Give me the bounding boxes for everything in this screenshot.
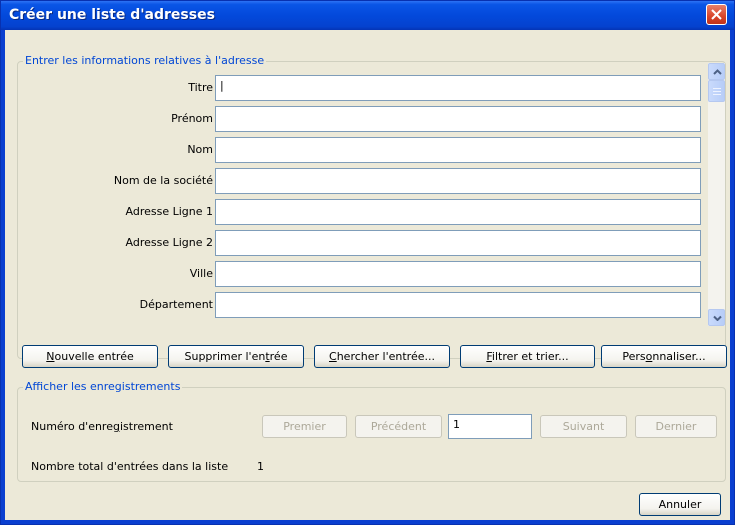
first-record-button[interactable]: Premier: [262, 415, 347, 438]
record-number-label: Numéro d'enregistrement: [31, 420, 173, 433]
lastname-label: Nom: [187, 143, 213, 156]
address1-input[interactable]: [215, 199, 701, 225]
find-entry-button[interactable]: Chercher l'entrée...: [314, 345, 450, 368]
chevron-up-icon: [713, 69, 722, 75]
department-label: Département: [139, 298, 213, 311]
scroll-down-button[interactable]: [708, 309, 725, 326]
chevron-down-icon: [713, 315, 722, 321]
city-label: Ville: [189, 267, 213, 280]
dialog-window: Créer une liste d'adresses Entrer les in…: [0, 0, 735, 525]
company-input[interactable]: [215, 168, 701, 194]
filter-sort-button[interactable]: Filtrer et trier...: [460, 345, 595, 368]
company-label: Nom de la société: [113, 174, 213, 187]
next-record-button[interactable]: Suivant: [540, 415, 627, 438]
address-entry-legend: Entrer les informations relatives à l'ad…: [23, 54, 267, 67]
firstname-input[interactable]: [215, 106, 701, 132]
last-record-button[interactable]: Dernier: [635, 415, 717, 438]
field-row-address1: Adresse Ligne 1: [17, 199, 214, 225]
address2-input[interactable]: [215, 230, 701, 256]
total-entries-value: 1: [257, 460, 264, 473]
field-row-title: Titre: [17, 75, 213, 101]
city-input[interactable]: [215, 261, 701, 287]
title-bar[interactable]: Créer une liste d'adresses: [1, 1, 734, 30]
close-icon: [711, 9, 722, 20]
title-input[interactable]: |: [215, 75, 701, 101]
department-input[interactable]: [215, 292, 701, 318]
address2-label: Adresse Ligne 2: [125, 236, 214, 249]
address1-label: Adresse Ligne 1: [125, 205, 214, 218]
dialog-body: Entrer les informations relatives à l'ad…: [5, 30, 730, 520]
field-row-company: Nom de la société: [17, 168, 213, 194]
scroll-thumb[interactable]: [708, 80, 725, 102]
record-number-input[interactable]: 1: [448, 414, 532, 439]
fields-scrollbar[interactable]: [708, 63, 725, 326]
customize-button[interactable]: Personnaliser...: [601, 345, 727, 368]
new-entry-button[interactable]: Nouvelle entrée: [22, 345, 158, 368]
title-label: Titre: [188, 81, 213, 94]
previous-record-button[interactable]: Précédent: [355, 415, 442, 438]
field-row-address2: Adresse Ligne 2: [17, 230, 214, 256]
delete-entry-button[interactable]: Supprimer l'entrée: [168, 345, 304, 368]
field-row-lastname: Nom: [17, 137, 213, 163]
total-entries-label: Nombre total d'entrées dans la liste: [31, 460, 229, 473]
firstname-label: Prénom: [171, 112, 213, 125]
dialog-title: Créer une liste d'adresses: [9, 7, 215, 23]
close-button[interactable]: [706, 4, 727, 25]
field-row-firstname: Prénom: [17, 106, 213, 132]
cancel-button[interactable]: Annuler: [639, 493, 721, 516]
field-row-city: Ville: [17, 261, 213, 287]
records-legend: Afficher les enregistrements: [23, 380, 183, 393]
lastname-input[interactable]: [215, 137, 701, 163]
field-row-department: Département: [17, 292, 213, 318]
address-fields-viewport: Titre | Prénom Nom Nom de la société Adr…: [17, 75, 704, 345]
scroll-up-button[interactable]: [708, 63, 725, 80]
